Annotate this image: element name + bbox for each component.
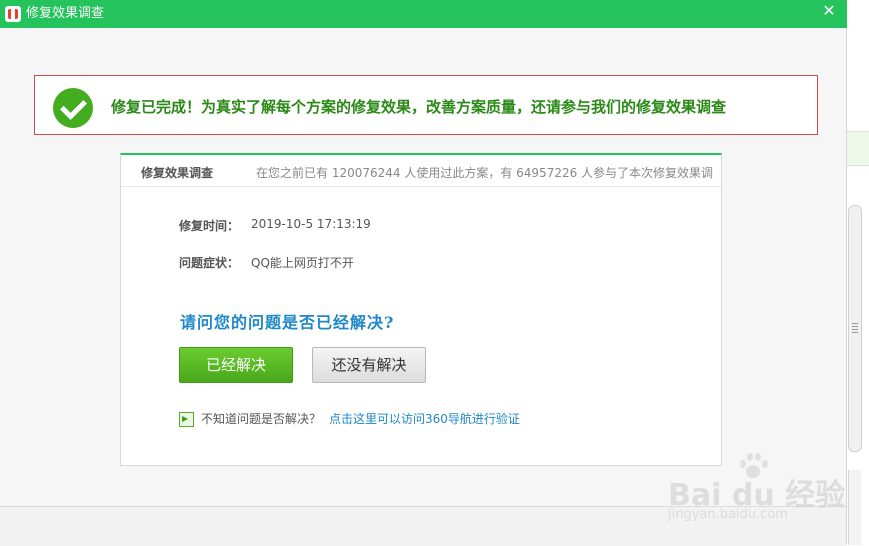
arrow-right-icon: [179, 412, 194, 427]
scrollbar-lower: [848, 470, 861, 545]
baidu-jingyan-watermark: Bai du 经验 jingyan.baidu.com: [668, 452, 845, 527]
close-button[interactable]: ✕: [816, 1, 842, 23]
card-header: 修复效果调查 在您之前已有 120076244 人使用过此方案，有 649572…: [121, 155, 721, 187]
symptom-value: QQ能上网页打不开: [251, 256, 354, 270]
scrollbar-grip-icon: [852, 323, 858, 333]
card-title: 修复效果调查: [141, 166, 214, 180]
background-green-strip: [847, 131, 869, 166]
survey-card: 修复效果调查 在您之前已有 120076244 人使用过此方案，有 649572…: [120, 153, 722, 466]
scrollbar[interactable]: [848, 205, 862, 452]
hint-text: 不知道问题是否解决？: [201, 412, 322, 426]
repair-time-value: 2019-10-5 17:13:19: [251, 217, 371, 231]
watermark-url: jingyan.baidu.com: [668, 507, 788, 522]
success-banner: 修复已完成！为真实了解每个方案的修复效果，改善方案质量，还请参与我们的修复效果调…: [34, 75, 818, 135]
resolved-question: 请问您的问题是否已经解决?: [180, 313, 395, 332]
usage-stats: 在您之前已有 120076244 人使用过此方案，有 64957226 人参与了…: [256, 166, 714, 180]
repair-time-label: 修复时间：: [179, 219, 240, 233]
check-circle-icon: [53, 88, 93, 128]
title-bar: 修复效果调查 ✕: [0, 0, 847, 28]
banner-message: 修复已完成！为真实了解每个方案的修复效果，改善方案质量，还请参与我们的修复效果调…: [111, 98, 727, 116]
first-aid-kit-icon: [5, 6, 21, 22]
not-resolved-button[interactable]: 还没有解决: [312, 347, 426, 383]
symptom-label: 问题症状：: [179, 256, 240, 270]
verify-link[interactable]: 点击这里可以访问360导航进行验证: [329, 410, 520, 427]
window-title: 修复效果调查: [26, 6, 105, 21]
resolved-button[interactable]: 已经解决: [179, 347, 293, 383]
